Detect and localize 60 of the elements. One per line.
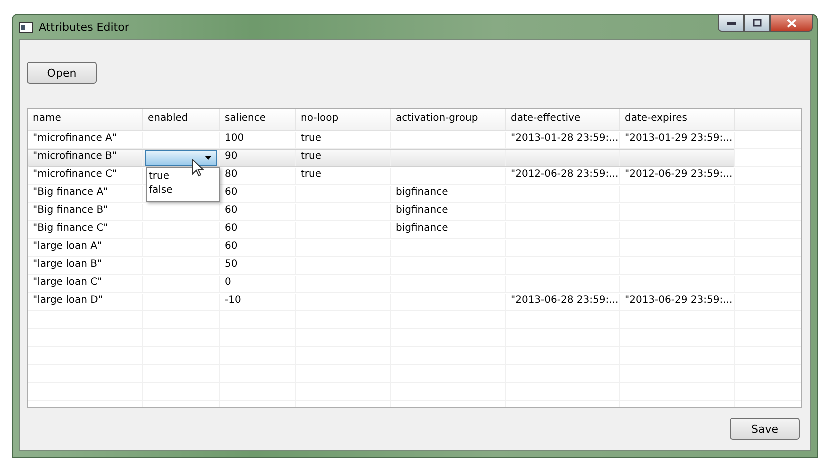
table-cell: 50 (225, 259, 238, 270)
column-header[interactable]: name (28, 109, 143, 130)
table-row[interactable]: "Big finance B" 60 bigfinance (28, 203, 735, 221)
column-header[interactable]: enabled (143, 109, 220, 130)
table-cell: "microfinance B" (33, 151, 118, 162)
table-cell: 60 (225, 205, 238, 216)
table-cell: "microfinance A" (33, 133, 117, 144)
table-cell: "2013-06-29 23:59:... (625, 295, 733, 306)
table-cell: 90 (225, 151, 238, 162)
column-header[interactable]: activation-group (391, 109, 506, 130)
minimize-button[interactable] (718, 14, 744, 32)
table-cell: "large loan C" (33, 277, 102, 288)
table-cell: true (301, 133, 322, 144)
dropdown-field[interactable] (145, 150, 217, 166)
table-cell: true (301, 151, 322, 162)
close-button[interactable] (770, 14, 813, 32)
table-cell: "Big finance B" (33, 205, 108, 216)
open-button[interactable]: Open (27, 62, 97, 84)
column-header[interactable]: date-expires (620, 109, 735, 130)
table-cell: "Big finance C" (33, 223, 108, 234)
window-title: Attributes Editor (39, 20, 130, 34)
table-cell: bigfinance (396, 205, 448, 216)
table-cell: 60 (225, 187, 238, 198)
table-cell: "2013-06-28 23:59:... (511, 295, 619, 306)
close-icon (786, 18, 796, 28)
table-cell: "2013-01-29 23:59:... (625, 133, 733, 144)
table-row[interactable]: "large loan D" -10 "2013-06-28 23:59:... "2013-06-29 23:59:... (28, 293, 735, 311)
dropdown-option[interactable]: true (147, 170, 219, 184)
table-cell: "2012-06-28 23:59:... (511, 169, 619, 180)
maximize-icon (752, 19, 762, 27)
table-cell: 80 (225, 169, 238, 180)
table-cell: "large loan D" (33, 295, 103, 306)
column-header[interactable]: no-loop (296, 109, 391, 130)
column-header[interactable]: date-effective (506, 109, 620, 130)
save-button[interactable]: Save (730, 418, 800, 440)
table-cell: -10 (225, 295, 242, 306)
table-row[interactable]: "large loan B" 50 (28, 257, 735, 275)
table-row[interactable]: "microfinance A" 100 true "2013-01-28 23:59:... "2013-01-29 23:59:... (28, 131, 735, 149)
table-cell: "2012-06-29 23:59:... (625, 169, 733, 180)
caret-icon (205, 156, 212, 160)
window-icon (19, 22, 33, 32)
table-row[interactable]: "Big finance C" 60 bigfinance (28, 221, 735, 239)
dropdown-option[interactable]: false (147, 184, 219, 198)
table-cell: true (301, 169, 322, 180)
table-cell: "Big finance A" (33, 187, 108, 198)
table-cell: 100 (225, 133, 244, 144)
maximize-button[interactable] (744, 14, 770, 32)
table-cell: "large loan A" (33, 241, 102, 252)
table-cell: bigfinance (396, 187, 448, 198)
table-cell: bigfinance (396, 223, 448, 234)
minimize-icon (726, 22, 736, 24)
table-cell: 60 (225, 223, 238, 234)
table-row[interactable]: "large loan A" 60 (28, 239, 735, 257)
table-row[interactable]: "large loan C" 0 (28, 275, 735, 293)
table-cell: "microfinance C" (33, 169, 118, 180)
table-cell: "large loan B" (33, 259, 102, 270)
table-cell: "2013-01-28 23:59:... (511, 133, 619, 144)
column-header[interactable]: salience (220, 109, 296, 130)
table-cell: 60 (225, 241, 238, 252)
table-cell: 0 (225, 277, 232, 288)
